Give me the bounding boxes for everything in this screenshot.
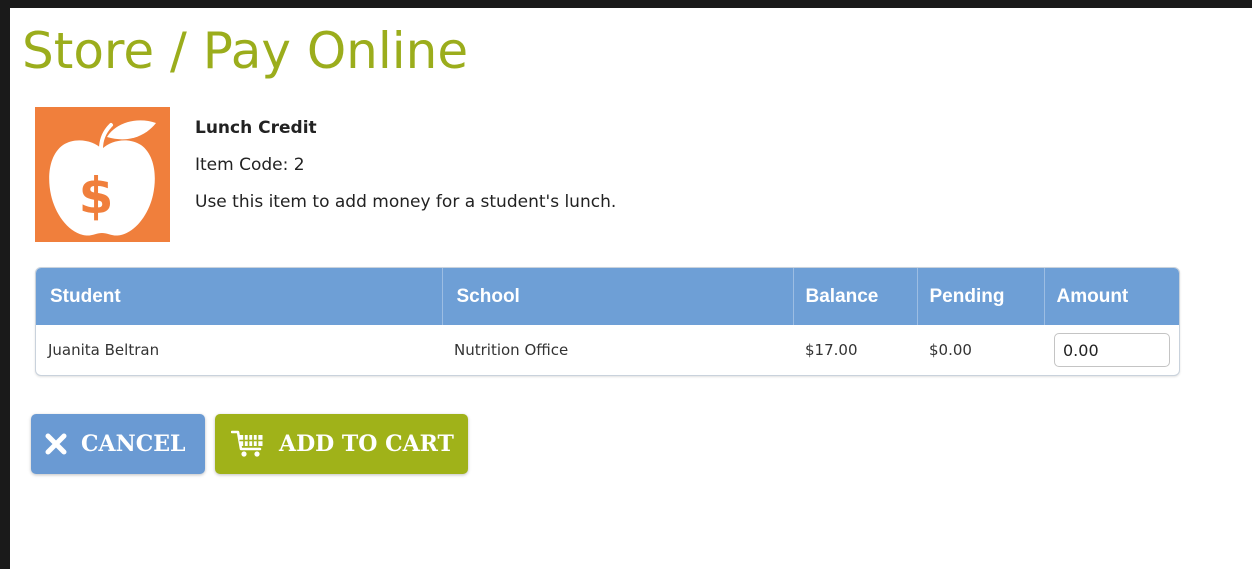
item-code: Item Code: 2	[195, 155, 305, 175]
column-header-pending: Pending	[916, 268, 1044, 325]
item-name: Lunch Credit	[195, 118, 317, 138]
column-header-school: School	[441, 268, 793, 325]
shopping-cart-icon	[231, 429, 265, 459]
table-header-row: Student School Balance Pending Amount	[36, 268, 1179, 325]
x-icon	[45, 433, 67, 455]
item-description: Use this item to add money for a student…	[195, 192, 617, 212]
amount-cell	[1044, 325, 1179, 375]
balance-value: $17.00	[805, 341, 858, 359]
amount-input[interactable]	[1054, 333, 1170, 367]
store-page: Store / Pay Online $ Lunch Credit Item C…	[10, 8, 1252, 569]
school-name: Nutrition Office	[454, 341, 569, 359]
item-info: Lunch Credit Item Code: 2 Use this item …	[195, 116, 616, 227]
svg-text:$: $	[79, 167, 114, 225]
item-image: $	[35, 107, 170, 242]
student-name: Juanita Beltran	[48, 341, 160, 359]
add-to-cart-button[interactable]: ADD TO CART	[215, 414, 468, 474]
page-title: Store / Pay Online	[22, 22, 469, 80]
column-header-amount: Amount	[1043, 268, 1179, 325]
column-header-student: Student	[36, 268, 442, 325]
cancel-label: CANCEL	[81, 431, 186, 457]
apple-dollar-icon: $	[49, 120, 156, 236]
pending-value: $0.00	[929, 341, 972, 359]
cancel-button[interactable]: CANCEL	[31, 414, 205, 474]
column-header-balance: Balance	[792, 268, 917, 325]
add-to-cart-label: ADD TO CART	[279, 431, 454, 457]
student-table: Student School Balance Pending Amount Ju…	[35, 267, 1180, 376]
table-row: Juanita Beltran Nutrition Office $17.00 …	[36, 325, 1179, 375]
